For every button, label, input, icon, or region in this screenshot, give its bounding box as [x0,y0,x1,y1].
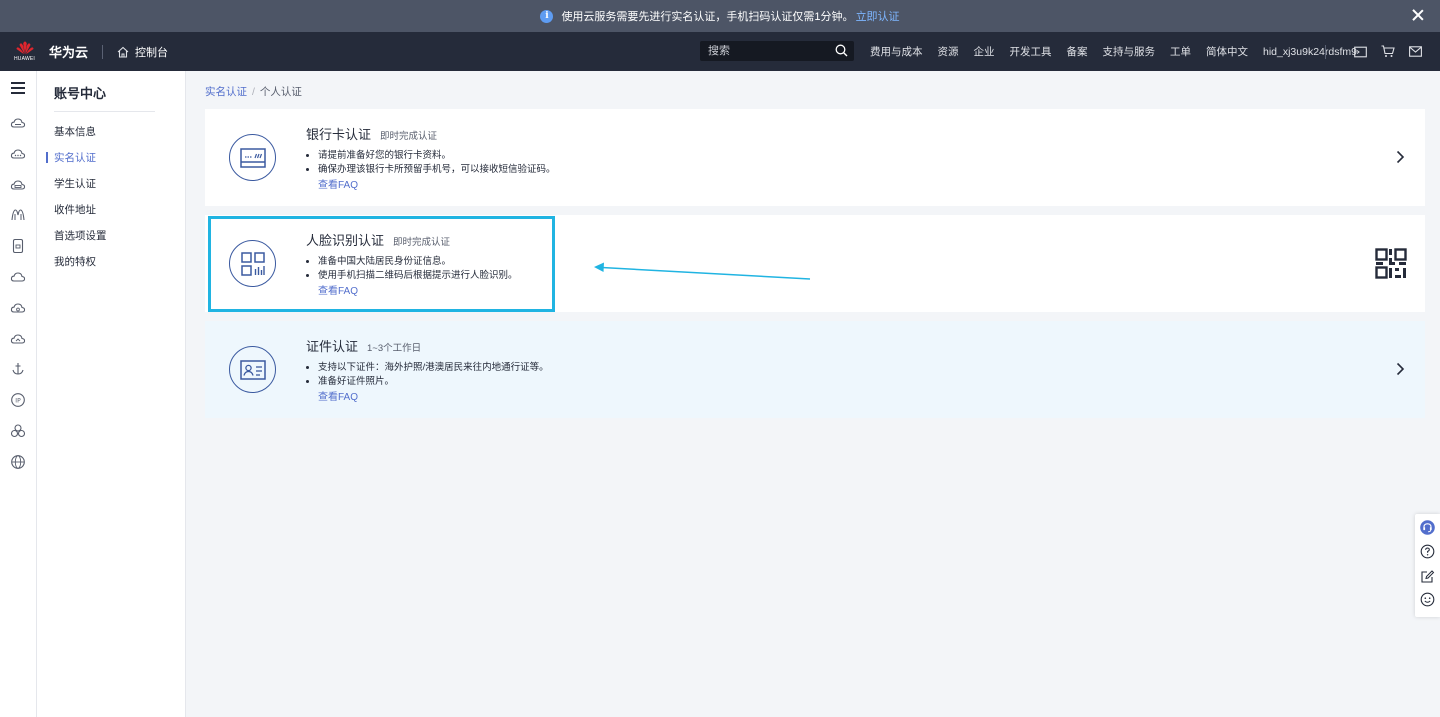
header-icons-divider [1325,44,1326,59]
cloud-service-icon[interactable] [10,115,26,131]
card-bullet: 准备中国大陆居民身份证信息。 [318,255,518,269]
sidebar-title: 账号中心 [54,86,107,101]
ip-address-icon[interactable]: IP [10,392,26,408]
notice-bar: i 使用云服务需要先进行实名认证，手机扫码认证仅需1分钟。 立即认证 [0,0,1440,32]
huawei-logo[interactable]: HUAWEI [8,41,41,62]
card-bullets: 准备中国大陆居民身份证信息。 使用手机扫描二维码后根据提示进行人脸识别。 [318,255,518,283]
console-link[interactable]: 控制台 [117,44,168,60]
faq-link[interactable]: 查看FAQ [318,388,358,403]
breadcrumb-current: 个人认证 [259,86,302,98]
satisfaction-smile-icon[interactable] [1420,592,1435,607]
sidebar-item-basic-info[interactable]: 基本信息 [54,124,96,139]
bank-card-auth-card[interactable]: 银行卡认证 即时完成认证 请提前准备好您的银行卡资料。 确保办理该银行卡所预留手… [205,109,1425,206]
card-bullet: 确保办理该银行卡所预留手机号，可以接收短信验证码。 [318,163,556,177]
card-title: 人脸识别认证 [306,233,385,248]
network-icon[interactable] [10,207,26,223]
sidebar-item-privileges[interactable]: 我的特权 [54,254,96,269]
card-title-row: 银行卡认证 即时完成认证 [306,124,437,143]
info-icon: i [540,9,554,23]
id-document-auth-card[interactable]: 证件认证 1~3个工作日 支持以下证件：海外护照/港澳居民来往内地通行证等。 准… [205,321,1425,418]
cloud-shell-icon[interactable] [1354,46,1367,58]
cart-icon[interactable] [1381,45,1395,58]
close-icon[interactable] [1410,7,1426,23]
faq-link[interactable]: 查看FAQ [318,176,358,191]
console-label: 控制台 [135,46,169,59]
sidebar-title-divider [54,111,155,112]
faq-link[interactable]: 查看FAQ [318,282,358,297]
card-bullets: 支持以下证件：海外护照/港澳居民来往内地通行证等。 准备好证件照片。 [318,361,549,389]
top-nav: 费用与成本 资源 企业 开发工具 备案 支持与服务 工单 简体中文 hid_xj… [870,32,1357,71]
nav-enterprise[interactable]: 企业 [974,44,995,59]
feedback-edit-icon[interactable] [1420,569,1435,584]
account-center-sidebar: 账号中心 基本信息 实名认证 学生认证 收件地址 首选项设置 我的特权 [37,71,186,717]
card-title: 证件认证 [306,339,359,354]
card-title: 银行卡认证 [306,127,372,142]
nav-icp-filing[interactable]: 备案 [1067,44,1088,59]
anchor-icon[interactable] [10,361,26,377]
cloud-security-icon[interactable] [10,300,26,316]
floating-toolbar [1415,514,1440,617]
breadcrumb: 实名认证 / 个人认证 [205,84,302,99]
chevron-right-icon[interactable] [1396,362,1405,376]
search-box[interactable] [700,41,854,61]
customer-service-icon[interactable] [1420,520,1435,535]
card-bullets: 请提前准备好您的银行卡资料。 确保办理该银行卡所预留手机号，可以接收短信验证码。 [318,149,556,177]
mail-icon[interactable] [1409,46,1422,57]
logo-text: HUAWEI [13,56,35,62]
cluster-icon[interactable] [10,423,26,439]
nav-dev-tools[interactable]: 开发工具 [1010,44,1052,59]
id-card-icon [229,346,276,393]
nav-billing[interactable]: 费用与成本 [870,44,923,59]
card-subtitle: 即时完成认证 [380,131,438,142]
card-title-row: 人脸识别认证 即时完成认证 [306,230,450,249]
notice-text: 使用云服务需要先进行实名认证，手机扫码认证仅需1分钟。 [561,11,854,23]
nav-resources[interactable]: 资源 [938,44,959,59]
svg-text:IP: IP [15,397,21,404]
hamburger-menu-icon[interactable] [11,82,25,94]
cloud-compute-icon[interactable] [10,146,26,162]
sidebar-item-preferences[interactable]: 首选项设置 [54,228,107,243]
face-recognition-auth-card[interactable]: 人脸识别认证 即时完成认证 准备中国大陆居民身份证信息。 使用手机扫描二维码后根… [205,215,1425,312]
card-bullet: 准备好证件照片。 [318,375,549,389]
cloud-storage-icon[interactable] [10,177,26,193]
nav-language[interactable]: 简体中文 [1206,44,1248,59]
top-header: HUAWEI 华为云 控制台 费用与成本 资源 企业 开发工具 备案 支持与服务… [0,32,1440,71]
sidebar-item-shipping-address[interactable]: 收件地址 [54,202,96,217]
card-bullet: 使用手机扫描二维码后根据提示进行人脸识别。 [318,269,518,283]
verify-now-link[interactable]: 立即认证 [856,8,900,24]
sidebar-item-student-auth[interactable]: 学生认证 [54,176,96,191]
breadcrumb-separator: / [252,86,255,98]
chevron-right-icon[interactable] [1396,150,1405,164]
help-icon[interactable] [1420,544,1435,559]
globe-icon[interactable] [10,454,26,470]
search-icon[interactable] [835,44,848,57]
huawei-flower-icon [16,41,33,55]
card-subtitle: 1~3个工作日 [367,343,422,354]
nav-support[interactable]: 支持与服务 [1103,44,1156,59]
card-title-row: 证件认证 1~3个工作日 [306,336,421,355]
qr-code-icon[interactable] [1375,248,1407,279]
header-divider [102,44,104,59]
nav-tickets[interactable]: 工单 [1170,44,1191,59]
home-icon [117,46,129,58]
brand-name[interactable]: 华为云 [49,42,88,61]
database-icon[interactable] [10,238,26,254]
qr-apps-icon [229,240,276,287]
header-icons [1325,32,1422,71]
cloud-upload-icon[interactable] [10,331,26,347]
search-input[interactable] [708,45,828,57]
active-indicator [46,152,48,163]
cloud-icon[interactable] [10,269,26,285]
bank-card-icon [229,134,276,181]
breadcrumb-parent[interactable]: 实名认证 [205,86,247,98]
service-icon-rail: IP [0,71,37,717]
card-subtitle: 即时完成认证 [393,237,451,248]
sidebar-item-real-name-auth[interactable]: 实名认证 [54,150,96,165]
card-bullet: 请提前准备好您的银行卡资料。 [318,149,556,163]
card-bullet: 支持以下证件：海外护照/港澳居民来往内地通行证等。 [318,361,549,375]
